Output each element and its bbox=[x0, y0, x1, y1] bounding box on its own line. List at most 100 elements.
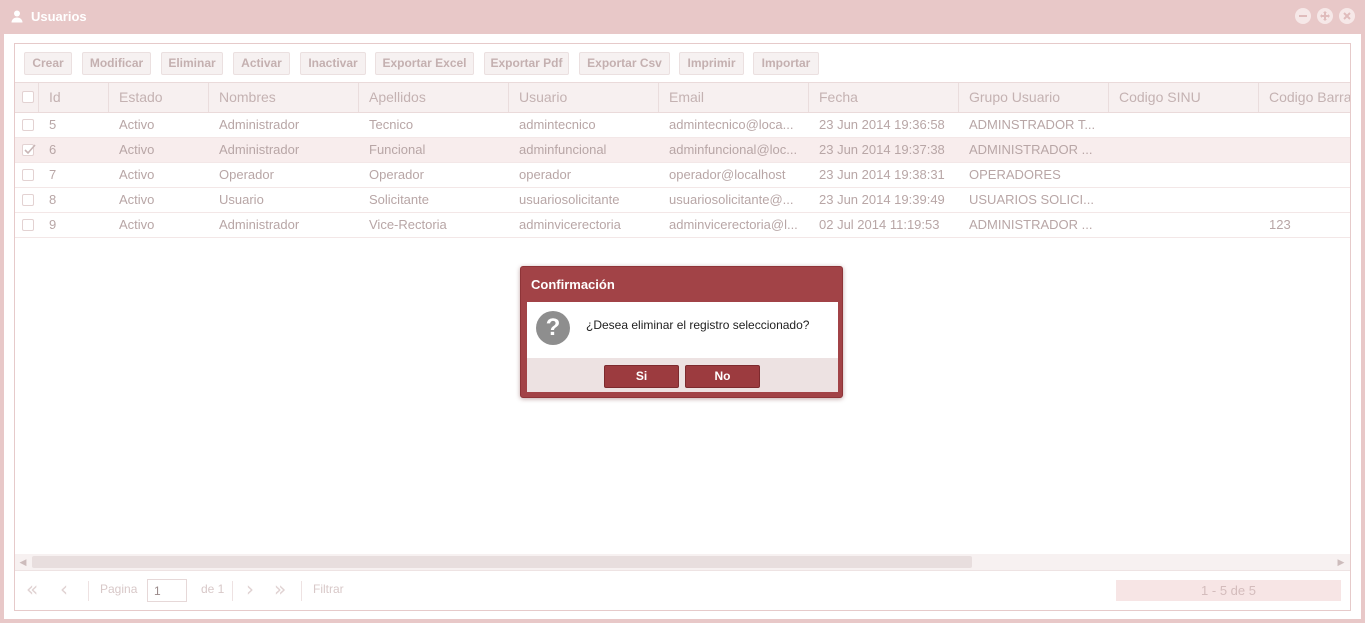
cell-usuario: admintecnico bbox=[519, 117, 596, 132]
filter-button[interactable]: Filtrar bbox=[313, 582, 344, 596]
cell-grupo-usuario: USUARIOS SOLICI... bbox=[969, 192, 1094, 207]
cell-id: 6 bbox=[49, 142, 57, 157]
no-button[interactable]: No bbox=[685, 365, 760, 388]
column-header-codigo-barra[interactable]: Codigo Barra bbox=[1259, 83, 1350, 112]
column-header-nombres[interactable]: Nombres bbox=[209, 83, 359, 112]
cell-fecha: 23 Jun 2014 19:39:49 bbox=[819, 192, 945, 207]
record-count: 1 - 5 de 5 bbox=[1116, 580, 1341, 601]
cell-codigo-barra bbox=[1259, 138, 1350, 162]
question-icon: ? bbox=[536, 311, 570, 345]
cell-codigo-sinu bbox=[1109, 163, 1259, 187]
cell-fecha: 23 Jun 2014 19:37:38 bbox=[819, 142, 945, 157]
dialog-body: ? ¿Desea eliminar el registro selecciona… bbox=[527, 302, 838, 358]
cell-usuario: operador bbox=[519, 167, 572, 182]
import-button[interactable]: Importar bbox=[753, 52, 819, 75]
cell-nombres: Usuario bbox=[219, 192, 264, 207]
dialog-message: ¿Desea eliminar el registro seleccionado… bbox=[586, 318, 810, 332]
cell-id: 7 bbox=[49, 167, 57, 182]
cell-usuario: usuariosolicitante bbox=[519, 192, 620, 207]
table-row[interactable]: 7 Activo Operador Operador operador operador@… bbox=[15, 163, 1350, 188]
cell-email: operador@localhost bbox=[669, 167, 786, 182]
cell-id: 9 bbox=[49, 217, 57, 232]
row-checkbox[interactable] bbox=[22, 119, 34, 131]
pager-separator bbox=[232, 581, 233, 601]
table-row[interactable]: 6 Activo Administrador Funcional adminfuncio… bbox=[15, 138, 1350, 163]
row-checkbox[interactable] bbox=[22, 169, 34, 181]
export-excel-button[interactable]: Exportar Excel bbox=[375, 52, 474, 75]
last-page-icon[interactable]: » bbox=[274, 579, 286, 599]
cell-estado: Activo bbox=[119, 192, 155, 207]
next-page-icon[interactable]: › bbox=[246, 579, 254, 599]
page-label: Pagina bbox=[100, 582, 138, 596]
cell-codigo-barra: 123 bbox=[1269, 217, 1291, 232]
cell-email: usuariosolicitante@... bbox=[669, 192, 794, 207]
cell-apellidos: Operador bbox=[369, 167, 424, 182]
table-row[interactable]: 5 Activo Administrador Tecnico admintecnico a… bbox=[15, 113, 1350, 138]
export-csv-button[interactable]: Exportar Csv bbox=[579, 52, 670, 75]
cell-email: adminfuncional@loc... bbox=[669, 142, 798, 157]
scrollbar-thumb[interactable] bbox=[32, 556, 972, 568]
cell-fecha: 02 Jul 2014 11:19:53 bbox=[819, 217, 940, 232]
cell-apellidos: Vice-Rectoria bbox=[369, 217, 447, 232]
paging-toolbar: « ‹ Pagina de 1 › » Filtrar 1 - 5 de 5 bbox=[15, 570, 1350, 610]
minimize-icon[interactable] bbox=[1295, 8, 1311, 24]
cell-email: adminvicerectoria@l... bbox=[669, 217, 798, 232]
column-header-codigo-sinu[interactable]: Codigo SINU bbox=[1109, 83, 1259, 112]
column-header-usuario[interactable]: Usuario bbox=[509, 83, 659, 112]
cell-usuario: adminvicerectoria bbox=[519, 217, 621, 232]
toolbar: Crear Modificar Eliminar Activar Inactiv… bbox=[15, 44, 1350, 82]
pager-separator bbox=[88, 581, 89, 601]
print-button[interactable]: Imprimir bbox=[679, 52, 744, 75]
user-icon bbox=[10, 9, 24, 23]
cell-grupo-usuario: ADMINISTRADOR ... bbox=[969, 217, 1093, 232]
pager-separator bbox=[301, 581, 302, 601]
cell-estado: Activo bbox=[119, 142, 155, 157]
page-number-input[interactable] bbox=[147, 579, 187, 602]
delete-button[interactable]: Eliminar bbox=[161, 52, 223, 75]
cell-grupo-usuario: ADMINSTRADOR T... bbox=[969, 117, 1096, 132]
row-checkbox[interactable] bbox=[22, 219, 34, 231]
column-header-id[interactable]: Id bbox=[39, 83, 109, 112]
modify-button[interactable]: Modificar bbox=[82, 52, 151, 75]
cell-nombres: Administrador bbox=[219, 117, 300, 132]
cell-nombres: Operador bbox=[219, 167, 274, 182]
column-header-fecha[interactable]: Fecha bbox=[809, 83, 959, 112]
inactivate-button[interactable]: Inactivar bbox=[300, 52, 366, 75]
prev-page-icon[interactable]: ‹ bbox=[60, 579, 68, 599]
select-all-checkbox[interactable] bbox=[22, 91, 34, 103]
cell-codigo-sinu bbox=[1109, 113, 1259, 137]
scroll-left-icon[interactable]: ◀ bbox=[18, 557, 28, 567]
yes-button[interactable]: Si bbox=[604, 365, 679, 388]
column-header-grupo-usuario[interactable]: Grupo Usuario bbox=[959, 83, 1109, 112]
horizontal-scrollbar[interactable]: ◀ ▶ bbox=[15, 554, 1350, 570]
window-titlebar[interactable]: Usuarios bbox=[0, 0, 1365, 33]
cell-codigo-sinu bbox=[1109, 138, 1259, 162]
export-pdf-button[interactable]: Exportar Pdf bbox=[484, 52, 569, 75]
row-checkbox[interactable] bbox=[22, 194, 34, 206]
column-header-estado[interactable]: Estado bbox=[109, 83, 209, 112]
select-all-cell bbox=[15, 83, 39, 112]
table-row[interactable]: 8 Activo Usuario Solicitante usuariosolicita… bbox=[15, 188, 1350, 213]
cell-id: 5 bbox=[49, 117, 57, 132]
create-button[interactable]: Crear bbox=[24, 52, 72, 75]
scroll-right-icon[interactable]: ▶ bbox=[1336, 557, 1346, 567]
column-header-apellidos[interactable]: Apellidos bbox=[359, 83, 509, 112]
maximize-icon[interactable] bbox=[1317, 8, 1333, 24]
cell-apellidos: Tecnico bbox=[369, 117, 414, 132]
dialog-title[interactable]: Confirmación bbox=[531, 277, 615, 292]
first-page-icon[interactable]: « bbox=[26, 579, 38, 599]
column-header-email[interactable]: Email bbox=[659, 83, 809, 112]
cell-codigo-barra bbox=[1259, 188, 1350, 212]
dialog-footer: Si No bbox=[527, 358, 838, 392]
grid-header: Id Estado Nombres Apellidos Usuario Emai… bbox=[15, 82, 1350, 113]
checkmark-icon bbox=[24, 144, 36, 155]
cell-apellidos: Solicitante bbox=[369, 192, 429, 207]
cell-grupo-usuario: ADMINISTRADOR ... bbox=[969, 142, 1093, 157]
cell-fecha: 23 Jun 2014 19:36:58 bbox=[819, 117, 945, 132]
table-row[interactable]: 9 Activo Administrador Vice-Rectoria adminvi… bbox=[15, 213, 1350, 238]
close-icon[interactable] bbox=[1339, 8, 1355, 24]
row-checkbox[interactable] bbox=[22, 144, 36, 156]
cell-codigo-barra bbox=[1259, 113, 1350, 137]
cell-estado: Activo bbox=[119, 167, 155, 182]
activate-button[interactable]: Activar bbox=[233, 52, 290, 75]
